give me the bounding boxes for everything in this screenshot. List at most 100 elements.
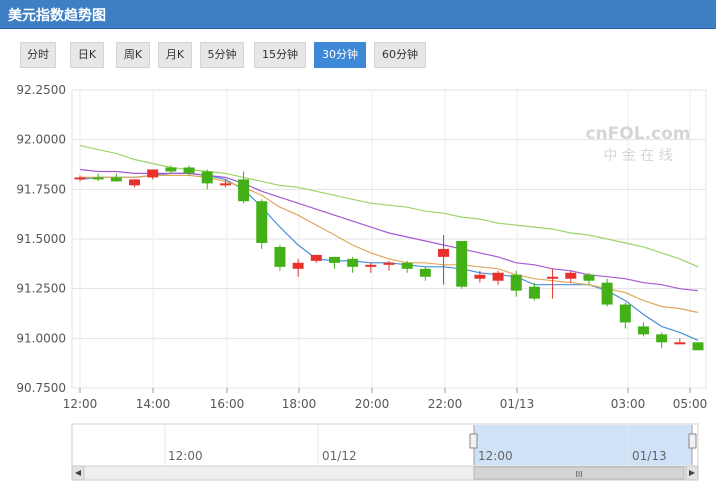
candle[interactable] — [601, 278, 613, 307]
candle-body — [74, 177, 86, 180]
candle-body — [383, 262, 395, 265]
candle[interactable] — [438, 235, 450, 285]
x-axis: 12:00 14:00 16:00 18:00 20:00 22:00 01/13 03:00… — [63, 388, 708, 411]
candle[interactable] — [492, 270, 504, 285]
ma-line-1 — [79, 172, 699, 341]
candle[interactable] — [256, 199, 268, 249]
candle[interactable] — [365, 262, 377, 273]
candle-body — [347, 258, 359, 267]
candle-body — [528, 286, 540, 299]
candle-body — [419, 268, 431, 277]
x-tick-label: 03:00 — [611, 397, 646, 411]
candle[interactable] — [328, 256, 340, 269]
candle-body — [292, 262, 304, 269]
x-tick-label: 01/13 — [500, 397, 535, 411]
candle[interactable] — [692, 342, 704, 351]
candle[interactable] — [474, 270, 486, 283]
candle-body — [274, 246, 286, 267]
watermark-subtitle: 中 金 在 线 — [603, 148, 672, 164]
candle-body — [147, 169, 159, 178]
navigator-label: 12:00 — [168, 449, 203, 463]
candle-body — [674, 342, 686, 345]
x-tick-label: 18:00 — [282, 397, 317, 411]
candle[interactable] — [674, 338, 686, 345]
candle-body — [565, 272, 577, 279]
y-tick-label: 92.0000 — [16, 133, 66, 147]
candle[interactable] — [656, 332, 668, 349]
scrollbar-grip: III — [575, 470, 582, 479]
navigator-label: 12:00 — [478, 449, 513, 463]
candle[interactable] — [110, 173, 122, 182]
candle[interactable] — [419, 266, 431, 281]
candle-body — [92, 177, 104, 180]
ma-line-3 — [79, 168, 699, 292]
candlestick-chart: 92.2500 92.0000 91.7500 91.5000 91.2500 91.00… — [16, 83, 708, 481]
candle-body — [401, 262, 413, 269]
candle[interactable] — [619, 302, 631, 329]
navigator-label: 01/12 — [322, 449, 357, 463]
candle-body — [256, 201, 268, 243]
candle-body — [619, 304, 631, 323]
candle-body — [637, 326, 649, 335]
x-tick-label: 14:00 — [136, 397, 171, 411]
candle[interactable] — [565, 270, 577, 283]
candle[interactable] — [347, 256, 359, 273]
candle-body — [583, 274, 595, 281]
candle-body — [219, 183, 231, 186]
candle[interactable] — [310, 254, 322, 263]
candle-body — [474, 274, 486, 279]
candle[interactable] — [510, 270, 522, 297]
x-tick-label: 12:00 — [63, 397, 98, 411]
scroll-right-button[interactable] — [685, 465, 699, 481]
candle-body — [456, 240, 468, 287]
candle-body — [510, 274, 522, 291]
candle-body — [547, 276, 559, 279]
watermark: cnFOL.com 中 金 在 线 — [585, 124, 690, 164]
candle-body — [328, 256, 340, 263]
x-tick-label: 05:00 — [673, 397, 708, 411]
candle[interactable] — [274, 244, 286, 271]
candle-body — [310, 254, 322, 261]
y-tick-label: 92.2500 — [16, 83, 66, 97]
candle[interactable] — [147, 169, 159, 180]
navigator-right-handle[interactable] — [688, 433, 697, 449]
y-tick-label: 91.2500 — [16, 282, 66, 296]
y-axis: 92.2500 92.0000 91.7500 91.5000 91.2500 91.00… — [16, 83, 66, 395]
candle-body — [601, 282, 613, 305]
y-tick-label: 91.5000 — [16, 232, 66, 246]
candle-body — [201, 171, 213, 184]
candle-body — [183, 167, 195, 174]
candle[interactable] — [637, 322, 649, 337]
x-tick-label: 20:00 — [355, 397, 390, 411]
candle-body — [492, 272, 504, 281]
chart-widget: 美元指数趋势图 分时 日K 周K 月K 5分钟 15分钟 30分钟 60分钟 9… — [0, 0, 716, 482]
candle[interactable] — [528, 282, 540, 301]
candle[interactable] — [456, 240, 468, 289]
navigator-left-handle[interactable] — [469, 433, 478, 449]
candles — [74, 165, 704, 351]
navigator-label: 01/13 — [632, 449, 667, 463]
y-tick-label: 90.7500 — [16, 381, 66, 395]
candle-body — [365, 264, 377, 267]
moving-average-lines — [79, 145, 699, 341]
scroll-left-button[interactable] — [71, 465, 85, 481]
candle-body — [165, 167, 177, 172]
candle-body — [692, 342, 704, 351]
candle[interactable] — [292, 258, 304, 277]
candle[interactable] — [129, 179, 141, 188]
candle[interactable] — [201, 169, 213, 190]
y-tick-label: 91.7500 — [16, 182, 66, 196]
candle-body — [238, 179, 250, 202]
candle[interactable] — [74, 175, 86, 182]
candle-body — [110, 177, 122, 182]
watermark-brand: cnFOL.com — [585, 124, 690, 144]
candle[interactable] — [547, 268, 559, 299]
candle-body — [656, 334, 668, 343]
candle-body — [438, 248, 450, 257]
y-tick-label: 91.0000 — [16, 331, 66, 345]
x-tick-label: 22:00 — [428, 397, 463, 411]
x-tick-label: 16:00 — [210, 397, 245, 411]
candle[interactable] — [92, 173, 104, 182]
candle-body — [129, 179, 141, 186]
navigator: 12:00 01/12 12:00 01/13 III — [71, 423, 699, 481]
